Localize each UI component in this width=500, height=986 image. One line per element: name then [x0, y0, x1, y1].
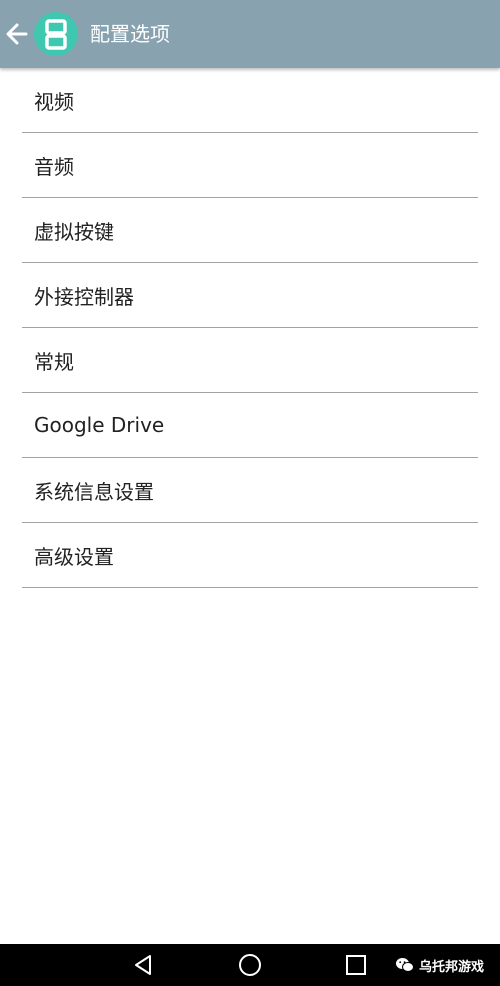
settings-item-system-info[interactable]: 系统信息设置 — [22, 458, 478, 523]
nav-back-button[interactable] — [125, 944, 161, 986]
settings-item-virtual-keys[interactable]: 虚拟按键 — [22, 198, 478, 263]
settings-item-video[interactable]: 视频 — [22, 68, 478, 133]
settings-item-audio[interactable]: 音频 — [22, 133, 478, 198]
app-bar: 配置选项 — [0, 0, 500, 68]
settings-item-advanced[interactable]: 高级设置 — [22, 523, 478, 588]
settings-item-general[interactable]: 常规 — [22, 328, 478, 393]
page-title: 配置选项 — [90, 22, 170, 46]
watermark-text: 乌托邦游戏 — [418, 959, 484, 975]
nav-recent-button[interactable] — [338, 944, 374, 986]
ds-console-icon — [34, 12, 78, 56]
settings-item-google-drive[interactable]: Google Drive — [22, 393, 478, 458]
nav-home-button[interactable] — [232, 944, 268, 986]
watermark: 乌托邦游戏 — [395, 944, 484, 986]
triangle-back-icon — [135, 955, 151, 975]
arrow-left-icon — [6, 23, 28, 45]
navigation-bar: 乌托邦游戏 — [0, 944, 500, 986]
settings-list: 视频 音频 虚拟按键 外接控制器 常规 Google Drive 系统信息设置 … — [22, 68, 478, 588]
back-button[interactable] — [4, 18, 30, 50]
settings-item-external-controller[interactable]: 外接控制器 — [22, 263, 478, 328]
wechat-icon — [395, 958, 414, 972]
square-recent-icon — [346, 955, 366, 975]
circle-home-icon — [239, 954, 261, 976]
screen: 配置选项 视频 音频 虚拟按键 外接控制器 常规 Google Drive 系统… — [0, 0, 500, 986]
